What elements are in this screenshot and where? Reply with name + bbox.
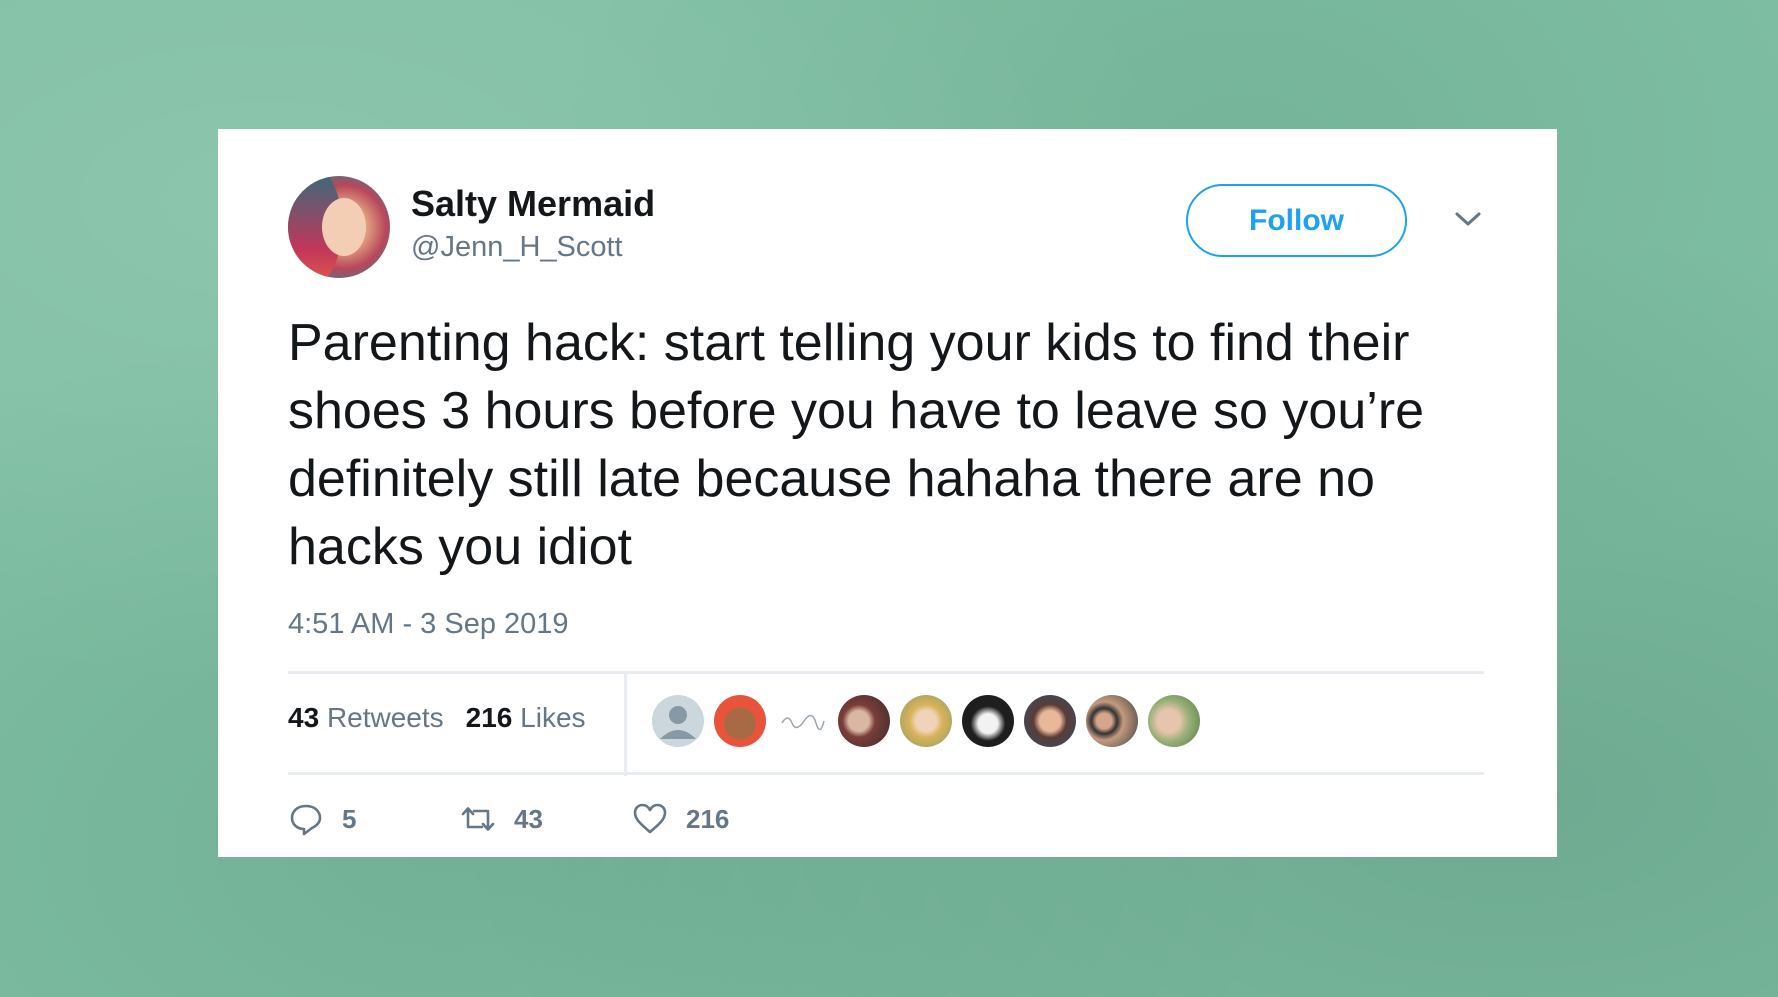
retweet-icon [461, 807, 495, 831]
reply-button[interactable]: 5 [288, 799, 356, 839]
author-display-name[interactable]: Salty Mermaid [411, 183, 655, 225]
tweet-text: Parenting hack: start telling your kids … [288, 314, 1425, 576]
chevron-down-icon[interactable] [1454, 209, 1482, 229]
like-button[interactable]: 216 [632, 799, 729, 839]
liker-avatar[interactable] [714, 695, 766, 747]
retweets-label: Retweets [326, 702, 444, 733]
stats-bottom-divider [288, 772, 1484, 775]
retweets-count: 43 [288, 702, 320, 733]
avatar-face [322, 198, 366, 256]
tweet-card: Salty Mermaid @Jenn_H_Scott Follow Paren… [218, 129, 1557, 857]
likes-stat[interactable]: 216 Likes [466, 702, 586, 733]
liker-avatar[interactable] [652, 695, 704, 747]
liker-avatar[interactable] [900, 695, 952, 747]
follow-button[interactable]: Follow [1186, 184, 1407, 257]
retweets-stat[interactable]: 43 Retweets [288, 702, 444, 733]
retweet-button[interactable]: 43 [460, 799, 543, 839]
signature-logo-icon [781, 714, 825, 731]
reply-icon [290, 804, 322, 836]
default-avatar-icon [660, 706, 696, 739]
likes-label: Likes [520, 702, 586, 733]
engagement-stats: 43 Retweets 216 Likes [288, 702, 586, 734]
stats-top-divider [288, 671, 1484, 674]
liker-avatar[interactable] [1024, 695, 1076, 747]
likes-count: 216 [465, 702, 513, 733]
reply-count: 5 [342, 803, 357, 834]
tweet-timestamp[interactable]: 4:51 AM - 3 Sep 2019 [288, 608, 569, 641]
liker-avatar[interactable] [1086, 695, 1138, 747]
liker-avatar[interactable] [1148, 695, 1200, 747]
like-count: 216 [686, 803, 730, 834]
author-handle[interactable]: @Jenn_H_Scott [411, 231, 623, 264]
stats-vertical-divider [624, 673, 627, 776]
retweet-count: 43 [514, 803, 543, 834]
author-avatar[interactable] [288, 176, 390, 278]
liker-avatar[interactable] [962, 695, 1014, 747]
liker-avatar[interactable] [838, 695, 890, 747]
heart-icon [633, 803, 667, 834]
liker-avatar[interactable] [776, 695, 828, 747]
